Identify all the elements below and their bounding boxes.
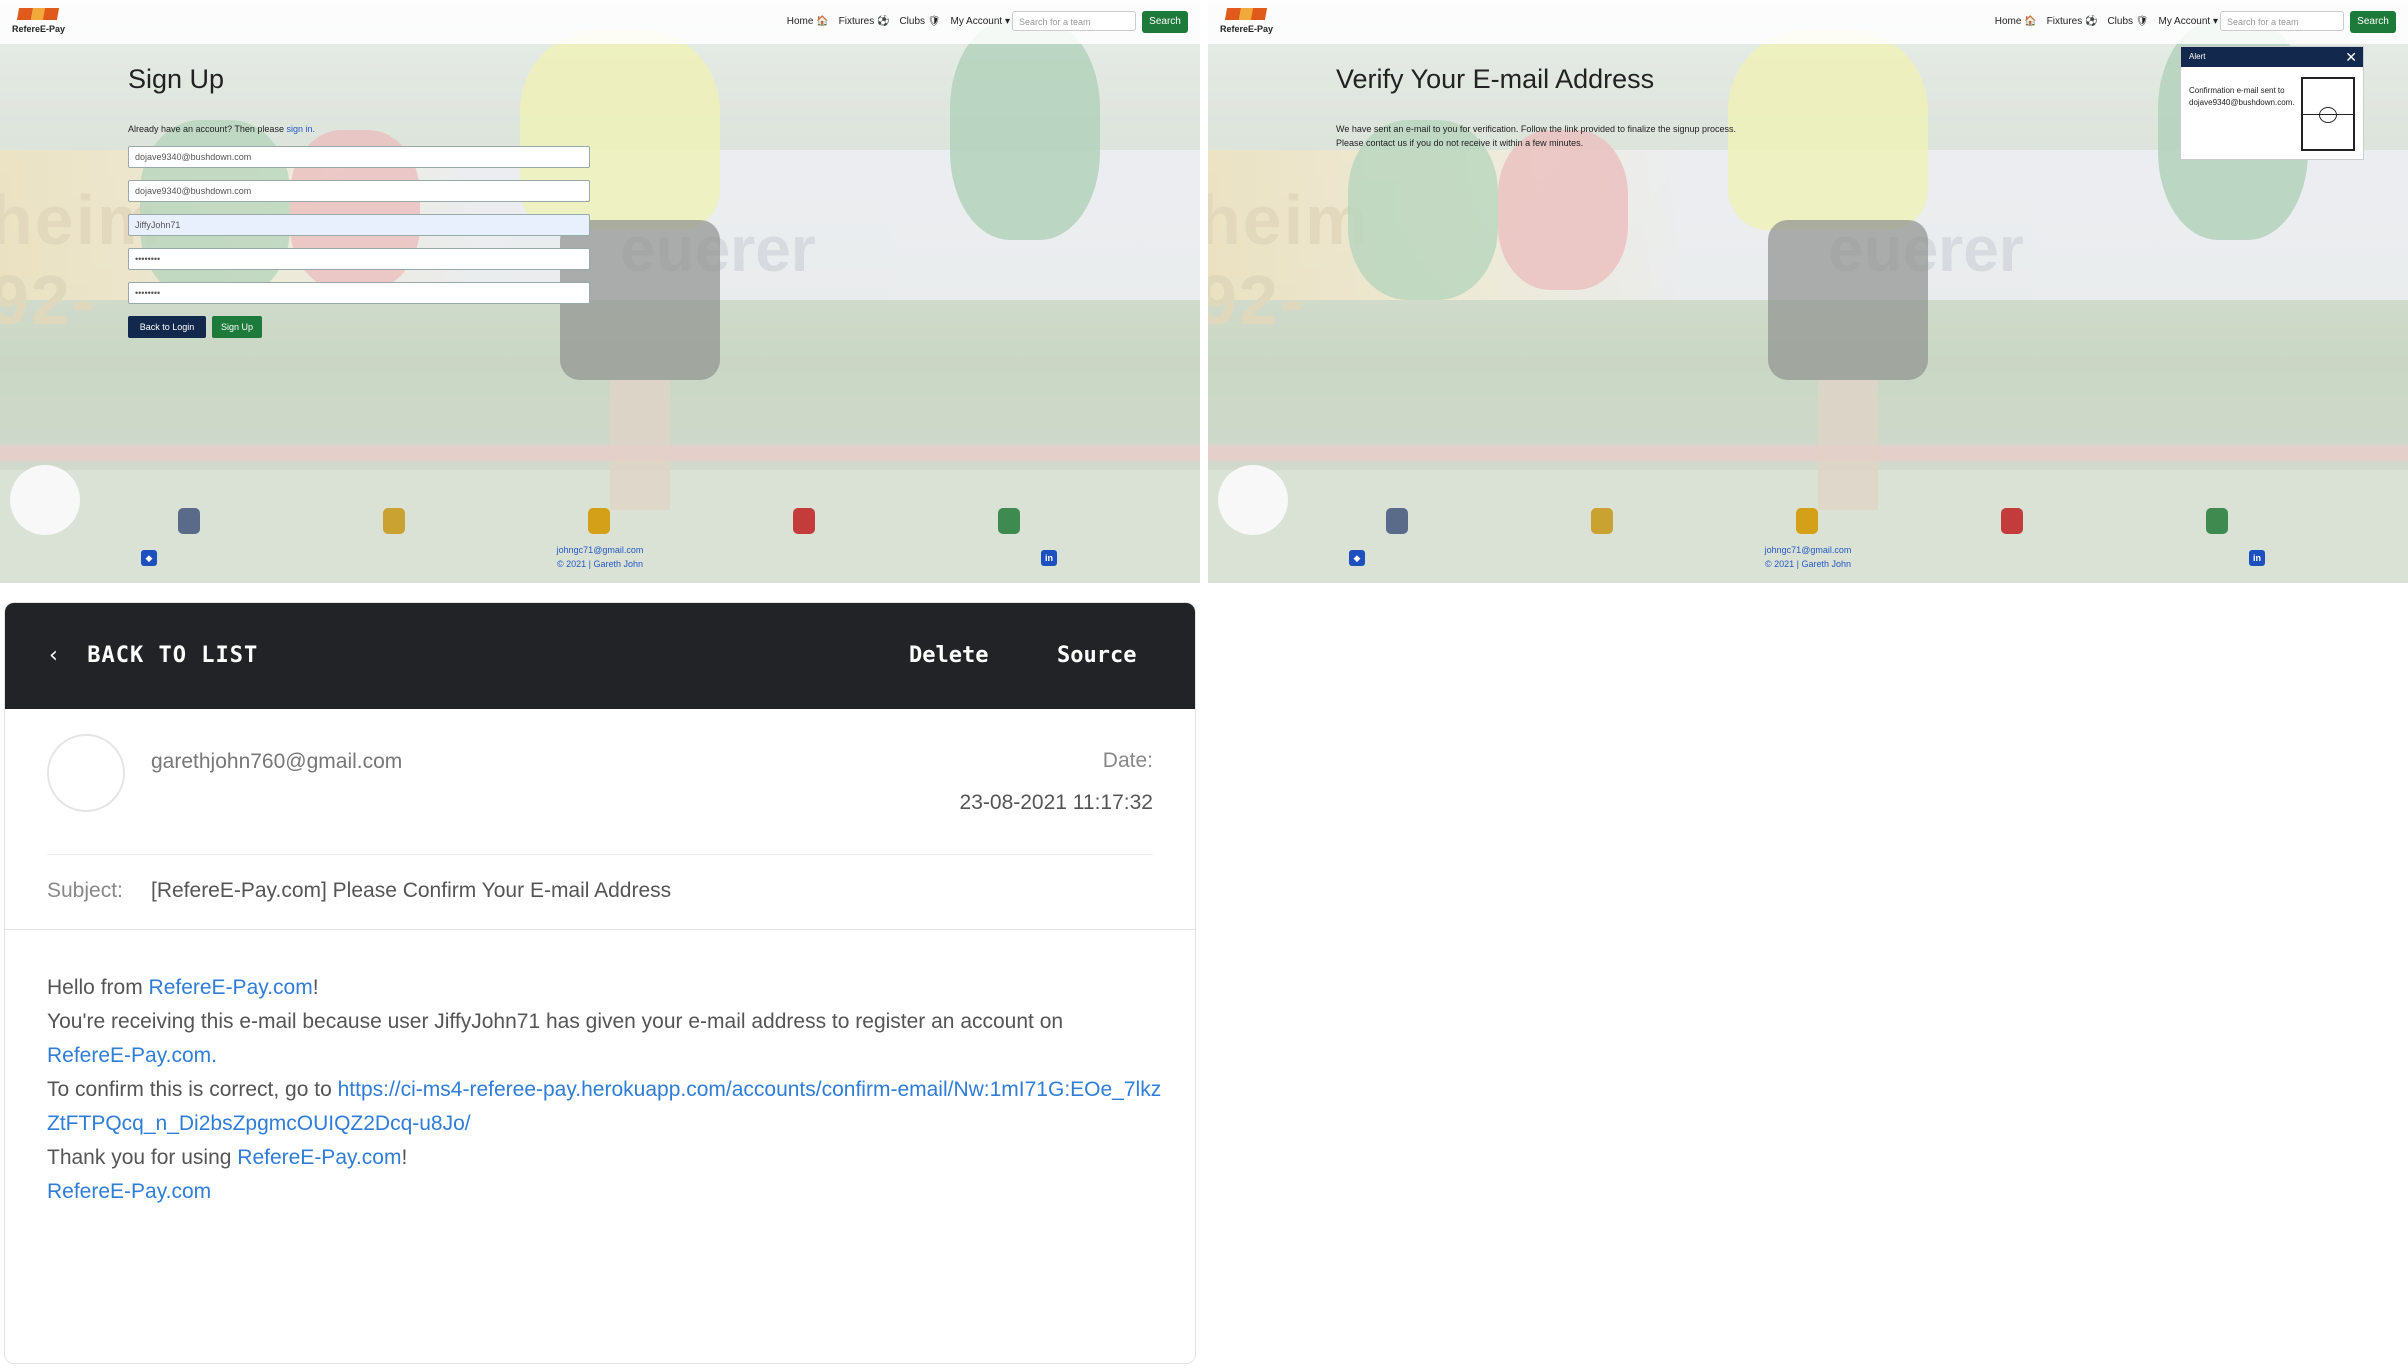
alert-message: Confirmation e-mail sent to dojave9340@b… [2189,86,2295,107]
verify-message-line-2: Please contact us if you do not receive … [1336,138,1584,148]
pitch-icon [2301,77,2355,151]
thanks-line: Thank you for using RefereE-Pay.com! [47,1146,408,1169]
sign-in-link[interactable]: sign in. [286,124,315,134]
nav-home[interactable]: Home 🏠 [787,16,829,27]
sign-up-button[interactable]: Sign Up [212,316,262,338]
close-icon[interactable]: ✕ [2345,47,2357,67]
alert-header: Alert ✕ [2181,47,2363,67]
nav-home[interactable]: Home 🏠 [1995,16,2037,27]
date-value: 23-08-2021 11:17:32 [959,791,1153,814]
nav-fixtures[interactable]: Fixtures ⚽ [839,16,890,27]
email-body: Hello from RefereE-Pay.com! You're recei… [47,971,1167,1209]
footer-email[interactable]: johngc71@gmail.com [0,545,1200,555]
back-to-list-button[interactable]: ‹ BACK TO LIST [47,643,258,668]
page-title: Verify Your E-mail Address [1336,64,1655,94]
divider [47,854,1153,855]
logo-text: RefereE-Pay [12,24,66,34]
england-badge-icon[interactable] [178,508,200,534]
scotland-badge-icon[interactable] [1796,508,1818,534]
site-link[interactable]: RefereE-Pay.com [47,1180,211,1203]
verify-message-line-1: We have sent an e-mail to you for verifi… [1336,124,1737,134]
alert-toast: Alert ✕ Confirmation e-mail sent to doja… [2180,46,2364,160]
site-link[interactable]: RefereE-Pay.com [237,1146,401,1169]
linkedin-icon[interactable]: in [1041,550,1057,566]
site-link[interactable]: RefereE-Pay.com [47,1044,211,1067]
alert-title: Alert [2189,52,2206,61]
linkedin-icon[interactable]: in [2249,550,2265,566]
flag-icon [42,8,60,20]
ireland-badge-icon[interactable] [2206,508,2228,534]
navbar: RefereE-Pay Home 🏠 Fixtures ⚽ Clubs 🛡 My… [1208,0,2408,44]
password-confirm-field[interactable]: •••••••• [128,282,590,304]
ireland-badge-icon[interactable] [998,508,1020,534]
nav-clubs[interactable]: Clubs 🛡 [899,16,940,27]
date-label: Date: [1102,749,1153,772]
wales-badge-icon[interactable] [793,508,815,534]
subject-value: [RefereE-Pay.com] Please Confirm Your E-… [151,879,672,902]
nav-my-account[interactable]: My Account ▾ [951,16,1011,27]
signin-prompt: Already have an account? Then please sig… [128,124,315,134]
sender-address: garethjohn760@gmail.com [151,750,403,773]
username-field[interactable]: JiffyJohn71 [128,214,590,236]
england-badge-icon[interactable] [1386,508,1408,534]
team-search-input[interactable]: Search for a team [1012,11,1136,31]
email-confirm-field[interactable]: dojave9340@bushdown.com [128,180,590,202]
divider [5,929,1195,930]
nav-clubs[interactable]: Clubs 🛡 [2107,16,2148,27]
site-link[interactable]: RefereE-Pay.com [149,976,313,999]
nav-links: Home 🏠 Fixtures ⚽ Clubs 🛡 My Account ▾ [787,16,1010,27]
nav-links: Home 🏠 Fixtures ⚽ Clubs 🛡 My Account ▾ [1995,16,2218,27]
northern-ireland-badge-icon[interactable] [1591,508,1613,534]
wales-badge-icon[interactable] [2001,508,2023,534]
source-button[interactable]: Source [1057,643,1136,668]
greeting-line: Hello from RefereE-Pay.com! [47,976,319,999]
email-viewer: ‹ BACK TO LIST Delete Source garethjohn76… [4,602,1196,1364]
password-field[interactable]: •••••••• [128,248,590,270]
signup-screenshot: heim92-euerer RefereE-Pay Home 🏠 Fixture… [0,0,1200,583]
confirm-line: To confirm this is correct, go to https:… [47,1078,1162,1135]
logo-text: RefereE-Pay [1220,24,1274,34]
email-field[interactable]: dojave9340@bushdown.com [128,146,590,168]
scotland-badge-icon[interactable] [588,508,610,534]
page-title: Sign Up [128,64,225,94]
email-toolbar: ‹ BACK TO LIST Delete Source [5,603,1195,709]
search-button[interactable]: Search [2350,11,2396,33]
subject-label: Subject: [47,879,123,902]
footer-copyright: © 2021 | Gareth John [556,559,644,569]
nav-fixtures[interactable]: Fixtures ⚽ [2047,16,2098,27]
site-logo[interactable]: RefereE-Pay [10,8,66,38]
site-logo[interactable]: RefereE-Pay [1218,8,1274,38]
receiving-line: You're receiving this e-mail because use… [47,1010,1064,1067]
team-search-input[interactable]: Search for a team [2220,11,2344,31]
footer-email[interactable]: johngc71@gmail.com [1208,545,2408,555]
nav-my-account[interactable]: My Account ▾ [2159,16,2219,27]
search-button[interactable]: Search [1142,11,1188,33]
avatar [47,734,125,812]
footer-copyright: © 2021 | Gareth John [1764,559,1852,569]
signature-line: RefereE-Pay.com [47,1175,1167,1209]
navbar: RefereE-Pay Home 🏠 Fixtures ⚽ Clubs 🛡 My… [0,0,1200,44]
flag-icon [1250,8,1268,20]
chevron-left-icon: ‹ [47,643,62,668]
northern-ireland-badge-icon[interactable] [383,508,405,534]
delete-button[interactable]: Delete [909,643,988,668]
back-to-login-button[interactable]: Back to Login [128,316,206,338]
